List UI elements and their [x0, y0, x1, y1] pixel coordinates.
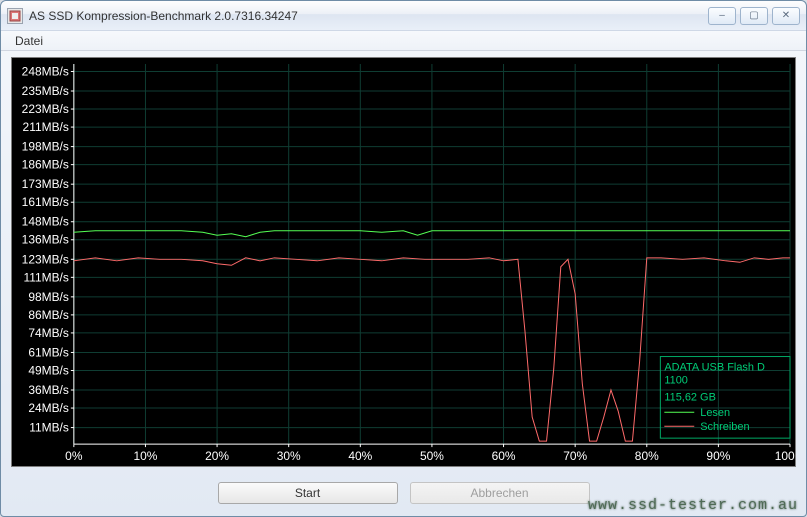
svg-text:10%: 10% — [133, 449, 157, 463]
svg-text:86MB/s: 86MB/s — [28, 308, 69, 322]
svg-text:40%: 40% — [348, 449, 372, 463]
svg-text:30%: 30% — [277, 449, 301, 463]
menubar: Datei — [1, 31, 806, 51]
svg-text:61MB/s: 61MB/s — [28, 345, 69, 359]
svg-text:0%: 0% — [65, 449, 83, 463]
minimize-button[interactable]: – — [708, 7, 736, 25]
start-button[interactable]: Start — [218, 482, 398, 504]
svg-text:148MB/s: 148MB/s — [22, 215, 69, 229]
svg-text:80%: 80% — [635, 449, 659, 463]
start-button-label: Start — [295, 486, 320, 500]
svg-text:Lesen: Lesen — [700, 407, 730, 419]
svg-text:74MB/s: 74MB/s — [28, 326, 69, 340]
svg-text:248MB/s: 248MB/s — [22, 64, 69, 78]
svg-text:161MB/s: 161MB/s — [22, 195, 69, 209]
minimize-icon: – — [719, 10, 725, 21]
svg-text:111MB/s: 111MB/s — [23, 270, 68, 284]
watermark: www.ssd-tester.com.au — [588, 497, 798, 514]
cancel-button: Abbrechen — [410, 482, 590, 504]
svg-text:49MB/s: 49MB/s — [28, 363, 69, 377]
menu-file[interactable]: Datei — [11, 32, 47, 50]
maximize-button[interactable]: ▢ — [740, 7, 768, 25]
svg-text:90%: 90% — [706, 449, 730, 463]
svg-text:211MB/s: 211MB/s — [23, 120, 69, 134]
svg-text:70%: 70% — [563, 449, 587, 463]
svg-text:1100: 1100 — [664, 374, 688, 386]
svg-text:98MB/s: 98MB/s — [28, 290, 69, 304]
app-icon — [7, 8, 23, 24]
svg-text:Schreiben: Schreiben — [700, 421, 749, 433]
svg-text:50%: 50% — [420, 449, 444, 463]
close-button[interactable]: ✕ — [772, 7, 800, 25]
window-buttons: – ▢ ✕ — [708, 7, 800, 25]
close-icon: ✕ — [782, 10, 790, 21]
cancel-button-label: Abbrechen — [470, 486, 528, 500]
svg-text:20%: 20% — [205, 449, 229, 463]
svg-text:186MB/s: 186MB/s — [22, 158, 69, 172]
svg-text:235MB/s: 235MB/s — [22, 84, 69, 98]
svg-text:100%: 100% — [775, 449, 795, 463]
svg-text:198MB/s: 198MB/s — [22, 140, 69, 154]
window-title: AS SSD Kompression-Benchmark 2.0.7316.34… — [29, 9, 708, 23]
svg-text:24MB/s: 24MB/s — [28, 401, 69, 415]
svg-text:ADATA USB Flash D: ADATA USB Flash D — [664, 361, 765, 373]
svg-text:115,62 GB: 115,62 GB — [664, 391, 716, 403]
maximize-icon: ▢ — [749, 10, 758, 21]
svg-text:36MB/s: 36MB/s — [28, 383, 69, 397]
app-window: AS SSD Kompression-Benchmark 2.0.7316.34… — [0, 0, 807, 517]
svg-text:173MB/s: 173MB/s — [22, 177, 69, 191]
svg-text:223MB/s: 223MB/s — [22, 102, 69, 116]
chart-area: 11MB/s 24MB/s 36MB/s 49MB/s 61MB/s 74MB/s 86MB… — [11, 57, 796, 467]
svg-text:60%: 60% — [492, 449, 516, 463]
svg-text:11MB/s: 11MB/s — [29, 421, 69, 435]
chart-svg: 11MB/s 24MB/s 36MB/s 49MB/s 61MB/s 74MB/s 86MB… — [12, 58, 795, 466]
svg-text:136MB/s: 136MB/s — [22, 233, 69, 247]
svg-text:123MB/s: 123MB/s — [22, 252, 69, 266]
titlebar: AS SSD Kompression-Benchmark 2.0.7316.34… — [1, 1, 806, 31]
